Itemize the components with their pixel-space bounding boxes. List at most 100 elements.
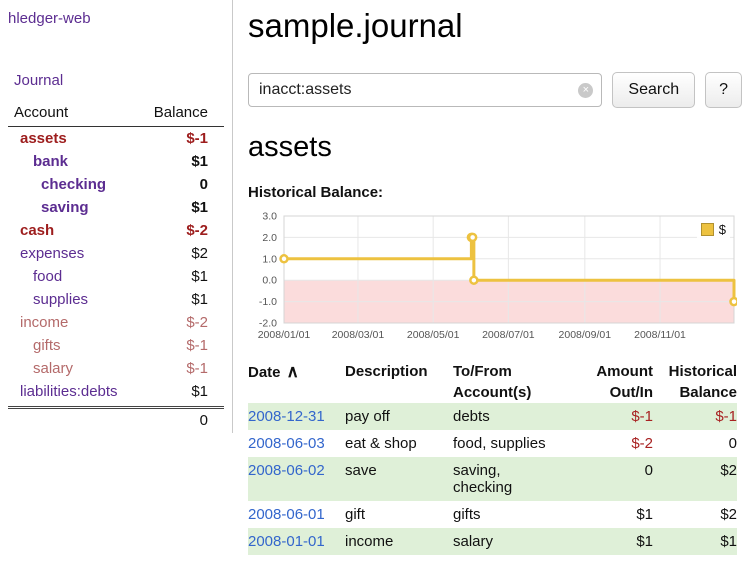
register-row[interactable]: 2008-06-03eat & shopfood, supplies$-20 [248,430,737,457]
register-date-link[interactable]: 2008-06-01 [248,501,345,528]
svg-text:-1.0: -1.0 [259,296,277,308]
chart-title: Historical Balance: [248,184,742,201]
register-amount: $-1 [581,403,653,430]
register-description: gift [345,501,453,528]
accounts-table-header: Account Balance [8,104,224,127]
register-amount: $-2 [581,430,653,457]
register-header: Date∧ Description To/From Account(s) Amo… [248,361,737,403]
svg-text:2008/09/01: 2008/09/01 [559,329,612,341]
account-row: food $1 [8,265,224,288]
account-balance: 0 [200,176,208,193]
chart-legend: $ [697,220,730,239]
register-description: pay off [345,403,453,430]
legend-swatch [701,223,714,236]
account-balance: $-1 [186,360,208,377]
register-row[interactable]: 2008-01-01incomesalary$1$1 [248,528,737,555]
account-row: income $-2 [8,311,224,334]
register-row[interactable]: 2008-06-02savesaving, checking0$2 [248,457,737,501]
account-link[interactable]: cash [8,222,54,239]
register-date-link[interactable]: 2008-12-31 [248,403,345,430]
account-link[interactable]: income [8,314,68,331]
account-balance: $-2 [186,222,208,239]
account-balance: $1 [191,291,208,308]
account-row: expenses $2 [8,242,224,265]
legend-label: $ [719,222,726,237]
register-account: salary [453,528,581,555]
sidebar-item-journal[interactable]: Journal [14,72,224,89]
account-link[interactable]: bank [8,153,68,170]
register-table: Date∧ Description To/From Account(s) Amo… [248,361,737,555]
search-input[interactable] [248,73,602,107]
account-balance: $1 [191,199,208,216]
balance-chart: 3.02.01.00.0-1.0-2.02008/01/012008/03/01… [248,209,737,345]
accounts-panel: Account Balance assets $-1 bank $1 checking 0… [8,104,224,430]
register-description: income [345,528,453,555]
account-row: cash $-2 [8,219,224,242]
account-link[interactable]: liabilities:debts [8,383,118,400]
svg-text:2.0: 2.0 [262,232,277,244]
account-link[interactable]: gifts [8,337,61,354]
sidebar-accounts-body: assets $-1 bank $1 checking 0 saving $1 cash $-2 e… [8,127,224,403]
register-balance: $-1 [653,403,737,430]
register-balance: $1 [653,528,737,555]
register-account: food, supplies [453,430,581,457]
svg-text:2008/07/01: 2008/07/01 [482,329,535,341]
register-body: 2008-12-31pay offdebts$-1$-12008-06-03ea… [248,403,737,555]
register-date-link[interactable]: 2008-06-02 [248,457,345,501]
register-header-amount: Amount Out/In [581,361,653,403]
account-link[interactable]: supplies [8,291,88,308]
accounts-total-value: 0 [200,412,208,429]
accounts-header-balance: Balance [154,104,208,121]
register-row[interactable]: 2008-12-31pay offdebts$-1$-1 [248,403,737,430]
account-balance: $1 [191,153,208,170]
account-link[interactable]: saving [8,199,89,216]
account-heading: assets [248,130,742,164]
account-link[interactable]: food [8,268,62,285]
balance-chart-svg: 3.02.01.00.0-1.0-2.02008/01/012008/03/01… [248,209,737,341]
account-balance: $-1 [186,130,208,147]
register-header-description: Description [345,361,453,403]
account-balance: $-1 [186,337,208,354]
help-button[interactable]: ? [705,72,742,108]
accounts-header-account: Account [14,104,68,121]
svg-text:2008/11/01: 2008/11/01 [634,329,686,341]
register-account: gifts [453,501,581,528]
page-title: sample.journal [248,6,742,46]
date-header-label: Date [248,364,281,381]
register-amount: $1 [581,528,653,555]
register-amount: $1 [581,501,653,528]
register-balance: $2 [653,457,737,501]
account-balance: $-2 [186,314,208,331]
svg-text:2008/01/01: 2008/01/01 [258,329,311,341]
account-row: checking 0 [8,173,224,196]
register-header-date[interactable]: Date ∧ [248,361,345,403]
register-header-balance: Historical Balance [653,361,737,403]
account-balance: $1 [191,268,208,285]
register-row[interactable]: 2008-06-01giftgifts$1$2 [248,501,737,528]
sidebar: hledger-web Journal Account Balance asse… [0,0,233,433]
svg-text:2008/05/01: 2008/05/01 [407,329,460,341]
account-row: gifts $-1 [8,334,224,357]
account-balance: $1 [191,383,208,400]
account-link[interactable]: assets [8,130,67,147]
register-description: save [345,457,453,501]
sort-ascending-icon: ∧ [287,362,299,381]
account-row: saving $1 [8,196,224,219]
register-account: debts [453,403,581,430]
search-form: × Search ? [248,72,742,108]
account-link[interactable]: salary [8,360,73,377]
register-account: saving, checking [453,457,581,501]
account-balance: $2 [191,245,208,262]
account-link[interactable]: checking [8,176,106,193]
register-balance: $2 [653,501,737,528]
register-amount: 0 [581,457,653,501]
register-date-link[interactable]: 2008-06-03 [248,430,345,457]
register-date-link[interactable]: 2008-01-01 [248,528,345,555]
account-link[interactable]: expenses [8,245,84,262]
register-description: eat & shop [345,430,453,457]
account-row: assets $-1 [8,127,224,150]
app-title-link[interactable]: hledger-web [8,10,91,27]
svg-text:3.0: 3.0 [262,211,277,223]
search-button[interactable]: Search [612,72,695,108]
account-row: supplies $1 [8,288,224,311]
